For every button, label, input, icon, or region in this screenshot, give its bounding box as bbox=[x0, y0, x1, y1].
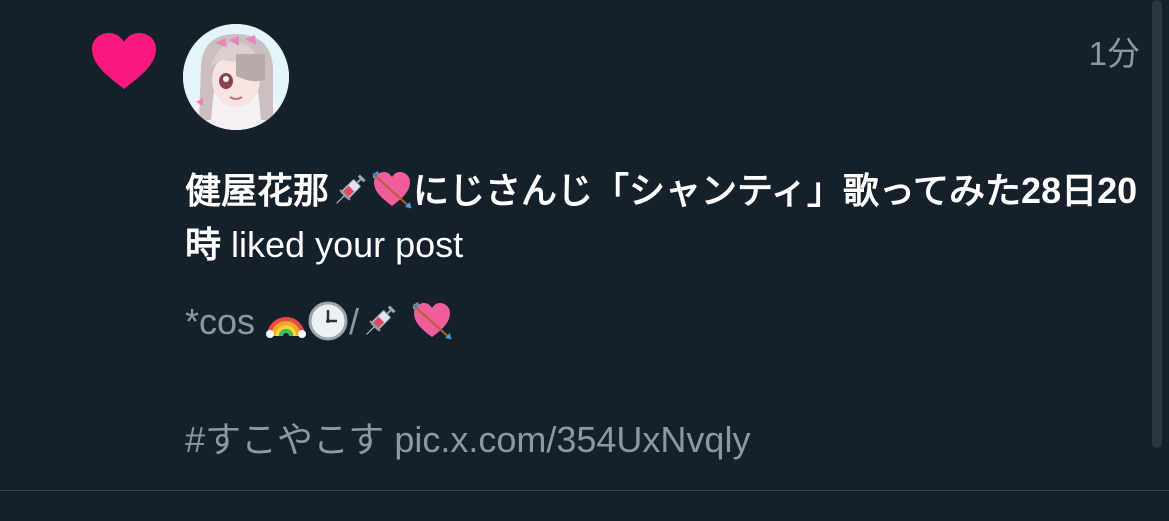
user-display-name-prefix: 健屋花那 bbox=[185, 170, 330, 211]
heart-icon bbox=[92, 33, 156, 89]
action-text: liked your post bbox=[231, 224, 464, 265]
heart-with-arrow-icon bbox=[372, 171, 412, 209]
like-notification[interactable]: 1分 健屋花那 にじさんじ「シャンティ」歌ってみた28日20時 liked yo… bbox=[0, 0, 1169, 490]
syringe-icon bbox=[336, 174, 366, 204]
clock-icon bbox=[308, 301, 348, 341]
scrollbar[interactable] bbox=[1152, 0, 1162, 448]
post-line-2: #すこやこす pic.x.com/354UxNvqly bbox=[185, 416, 1145, 464]
rainbow-icon bbox=[266, 317, 307, 338]
timestamp: 1分 bbox=[1088, 35, 1140, 72]
divider bbox=[0, 490, 1169, 491]
post-text: *cos bbox=[185, 301, 256, 342]
post-line-1: *cos / bbox=[185, 298, 1145, 346]
hashtag-link[interactable]: #すこやこす bbox=[185, 419, 384, 460]
notification-headline: 健屋花那 にじさんじ「シャンティ」歌ってみた28日20時 liked your … bbox=[185, 164, 1145, 272]
media-link[interactable]: pic.x.com/354UxNvqly bbox=[394, 419, 750, 460]
post-preview[interactable]: *cos / #すこやこす pic.x.com/354UxNvqly bbox=[185, 298, 1145, 464]
avatar-image bbox=[183, 24, 289, 130]
avatar[interactable] bbox=[183, 24, 289, 130]
post-separator: / bbox=[349, 301, 360, 342]
heart-with-arrow-icon bbox=[412, 302, 452, 340]
syringe-icon bbox=[366, 305, 396, 335]
